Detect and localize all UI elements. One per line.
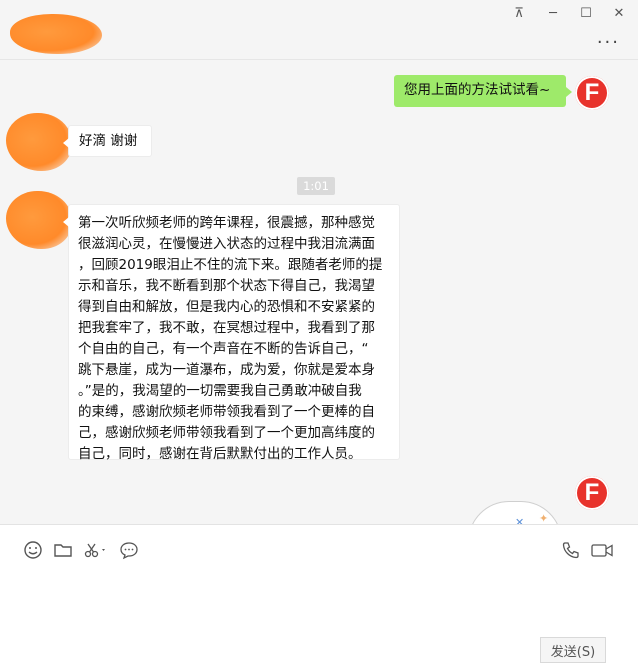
sticker-message[interactable]: ✕ ✦ <box>468 501 562 524</box>
maximize-button[interactable]: ☐ <box>573 4 599 22</box>
send-button[interactable]: 发送(S) <box>540 637 606 663</box>
sticker-eye-icon: ✕ <box>515 516 525 524</box>
avatar-letter: F <box>584 479 600 506</box>
emoji-icon[interactable] <box>22 539 44 561</box>
close-button[interactable]: ✕ <box>606 4 632 22</box>
my-avatar[interactable]: F <box>575 476 609 510</box>
voice-call-icon[interactable] <box>560 539 582 561</box>
my-avatar[interactable]: F <box>575 76 609 110</box>
message-timestamp: 1:01 <box>297 177 335 195</box>
close-icon: ✕ <box>613 5 625 21</box>
more-icon: ··· <box>596 32 620 53</box>
chat-bubble-icon[interactable] <box>118 539 140 561</box>
incoming-message-bubble[interactable]: 第一次听欣频老师的跨年课程，很震撼，那种感觉 很滋润心灵，在慢慢进入状态的过程中… <box>63 204 400 462</box>
chat-title-bar: ⊼ ─ ☐ ✕ ··· <box>0 0 638 60</box>
avatar-letter: F <box>584 79 600 106</box>
maximize-icon: ☐ <box>580 5 592 21</box>
outgoing-message-bubble[interactable]: 您用上面的方法试试看~ <box>394 75 572 107</box>
sticker-blush-icon: ✦ <box>539 512 549 524</box>
message-text: 您用上面的方法试试看~ <box>404 82 551 98</box>
video-call-icon[interactable] <box>590 539 616 561</box>
message-list[interactable]: 您用上面的方法试试看~ F 好滴 谢谢 1:01 第一次听欣频老师的跨年课程，很… <box>0 61 638 524</box>
incoming-message-bubble[interactable]: 好滴 谢谢 <box>63 125 152 157</box>
minimize-button[interactable]: ─ <box>540 4 566 22</box>
more-options-button[interactable]: ··· <box>597 32 620 53</box>
minimize-icon: ─ <box>549 5 557 21</box>
pin-button[interactable]: ⊼ <box>506 4 532 22</box>
timestamp-text: 1:01 <box>303 179 329 193</box>
message-text: 好滴 谢谢 <box>79 133 138 149</box>
scissors-icon[interactable] <box>82 539 110 561</box>
pin-icon: ⊼ <box>514 5 524 21</box>
message-text: 第一次听欣频老师的跨年课程，很震撼，那种感觉 很滋润心灵，在慢慢进入状态的过程中… <box>78 215 383 462</box>
chat-title-redacted <box>10 14 102 54</box>
input-panel[interactable]: 发送(S) <box>0 524 638 671</box>
folder-icon[interactable] <box>52 539 74 561</box>
